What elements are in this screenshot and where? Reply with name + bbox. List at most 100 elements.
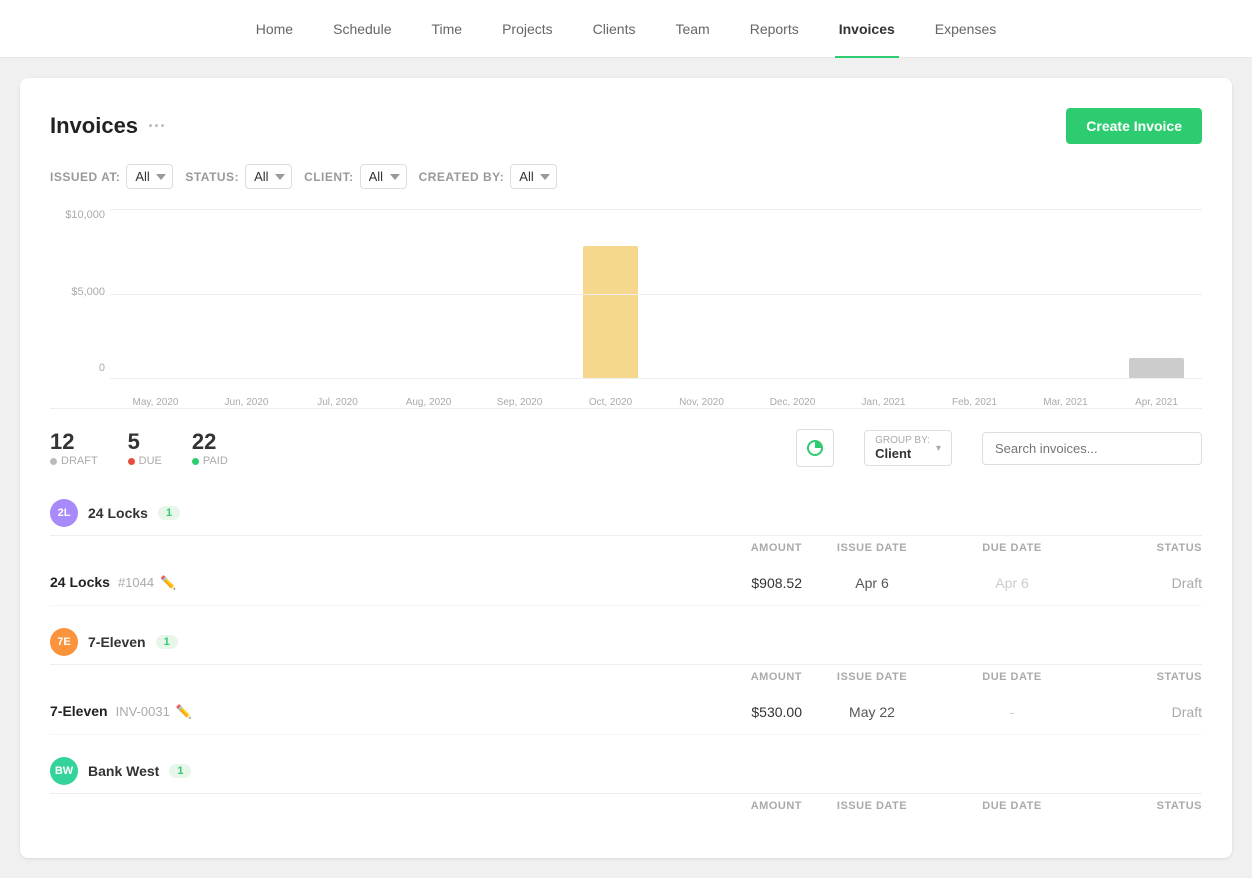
col-header-amount: AMOUNT [662,542,802,554]
chart-x-label: Apr, 2021 [1111,397,1202,408]
chart-toggle-button[interactable] [796,429,834,467]
invoice-due-date: Apr 6 [942,575,1082,591]
status-filter: STATUS: All [185,164,292,189]
invoice-issue-date: May 22 [802,704,942,720]
page-title: Invoices [50,113,138,139]
edit-icon[interactable]: ✏️ [176,704,192,719]
grid-line-top [110,209,1202,210]
invoice-amount: $530.00 [662,704,802,720]
issued-at-filter: ISSUED AT: All [50,164,173,189]
issued-at-label: ISSUED AT: [50,170,120,184]
more-options-button[interactable]: ··· [148,116,166,137]
chart-x-label: May, 2020 [110,397,201,408]
chart-x-label: Feb, 2021 [929,397,1020,408]
chart-y-labels: $10,000 $5,000 0 [50,209,105,378]
col-header-status: STATUS [1082,542,1202,554]
col-headers: AMOUNTISSUE DATEDUE DATESTATUS [50,536,1202,560]
chart-x-label: Jan, 2021 [838,397,929,408]
card-title-group: Invoices ··· [50,113,166,139]
issued-at-select[interactable]: All [126,164,173,189]
draft-dot [50,458,57,465]
stats-row: 12 DRAFT 5 DUE 22 PAID [50,429,1202,467]
invoice-group: 2L24 Locks1AMOUNTISSUE DATEDUE DATESTATU… [50,487,1202,606]
paid-label: PAID [192,455,228,467]
nav-reports[interactable]: Reports [730,0,819,58]
paid-dot [192,458,199,465]
chart-x-label: Oct, 2020 [565,397,656,408]
invoice-row: 7-ElevenINV-0031✏️$530.00May 22-Draft [50,689,1202,735]
invoice-due-date: - [942,704,1082,720]
group-avatar: BW [50,757,78,785]
chart-x-label: Jul, 2020 [292,397,383,408]
invoice-status: Draft [1082,575,1202,591]
invoices-card: Invoices ··· Create Invoice ISSUED AT: A… [20,78,1232,858]
chart-x-label: Nov, 2020 [656,397,747,408]
due-count: 5 [128,429,162,455]
col-header-status: STATUS [1082,800,1202,812]
status-select[interactable]: All [245,164,292,189]
search-input[interactable] [982,432,1202,465]
col-headers: AMOUNTISSUE DATEDUE DATESTATUS [50,665,1202,689]
invoice-row: 24 Locks#1044✏️$908.52Apr 6Apr 6Draft [50,560,1202,606]
col-header-issue-date: ISSUE DATE [802,542,942,554]
filters-bar: ISSUED AT: All STATUS: All CLIENT: All C… [50,164,1202,189]
invoice-name: 7-Eleven [50,703,108,719]
chart-x-label: Aug, 2020 [383,397,474,408]
nav-expenses[interactable]: Expenses [915,0,1016,58]
nav-time[interactable]: Time [412,0,483,58]
nav-projects[interactable]: Projects [482,0,573,58]
invoice-name: 24 Locks [50,574,110,590]
invoice-name-cell: 24 Locks #1044 ✏️ [50,574,662,591]
group-by-label: GROUP BY: [875,435,930,446]
col-header-amount: AMOUNT [662,800,802,812]
col-header-status: STATUS [1082,671,1202,683]
y-label-5000: $5,000 [50,286,105,298]
created-by-select[interactable]: All [510,164,557,189]
grid-line-mid [110,294,1202,295]
col-header-due-date: DUE DATE [942,671,1082,683]
group-count: 1 [156,635,178,649]
group-by-value: Client [875,446,930,461]
group-by-control[interactable]: GROUP BY: Client ▾ [864,430,952,466]
invoice-group: 7E7-Eleven1AMOUNTISSUE DATEDUE DATESTATU… [50,616,1202,735]
col-headers: AMOUNTISSUE DATEDUE DATESTATUS [50,794,1202,818]
invoice-id: #1044 [118,575,154,590]
y-label-10000: $10,000 [50,209,105,221]
group-count: 1 [158,506,180,520]
chart-x-label: Dec, 2020 [747,397,838,408]
nav-home[interactable]: Home [236,0,313,58]
col-empty [50,800,662,812]
edit-icon[interactable]: ✏️ [160,575,176,590]
nav-team[interactable]: Team [655,0,729,58]
chart-x-label: Mar, 2021 [1020,397,1111,408]
create-invoice-button[interactable]: Create Invoice [1066,108,1202,144]
chart-icon [806,439,824,457]
card-header: Invoices ··· Create Invoice [50,108,1202,144]
chart-bar [1129,358,1184,378]
draft-count: 12 [50,429,98,455]
created-by-label: CREATED BY: [419,170,505,184]
group-by-chevron: ▾ [936,443,941,454]
group-name: Bank West [88,763,159,779]
col-empty [50,542,662,554]
group-header: 2L24 Locks1 [50,487,1202,536]
col-header-issue-date: ISSUE DATE [802,671,942,683]
draft-label: DRAFT [50,455,98,467]
invoice-status: Draft [1082,704,1202,720]
nav-schedule[interactable]: Schedule [313,0,411,58]
chart-bar [583,246,638,378]
stat-paid: 22 PAID [192,429,228,467]
client-select[interactable]: All [360,164,407,189]
nav-invoices[interactable]: Invoices [819,0,915,58]
group-count: 1 [169,764,191,778]
group-header: BW Bank West 1 [50,745,1202,794]
grid-line-bottom [110,378,1202,379]
client-label: CLIENT: [304,170,354,184]
paid-count: 22 [192,429,228,455]
chart-x-labels: May, 2020Jun, 2020Jul, 2020Aug, 2020Sep,… [110,397,1202,408]
y-label-0: 0 [50,362,105,374]
invoice-name-cell: 7-ElevenINV-0031✏️ [50,703,662,720]
col-header-due-date: DUE DATE [942,800,1082,812]
col-header-amount: AMOUNT [662,671,802,683]
nav-clients[interactable]: Clients [573,0,656,58]
